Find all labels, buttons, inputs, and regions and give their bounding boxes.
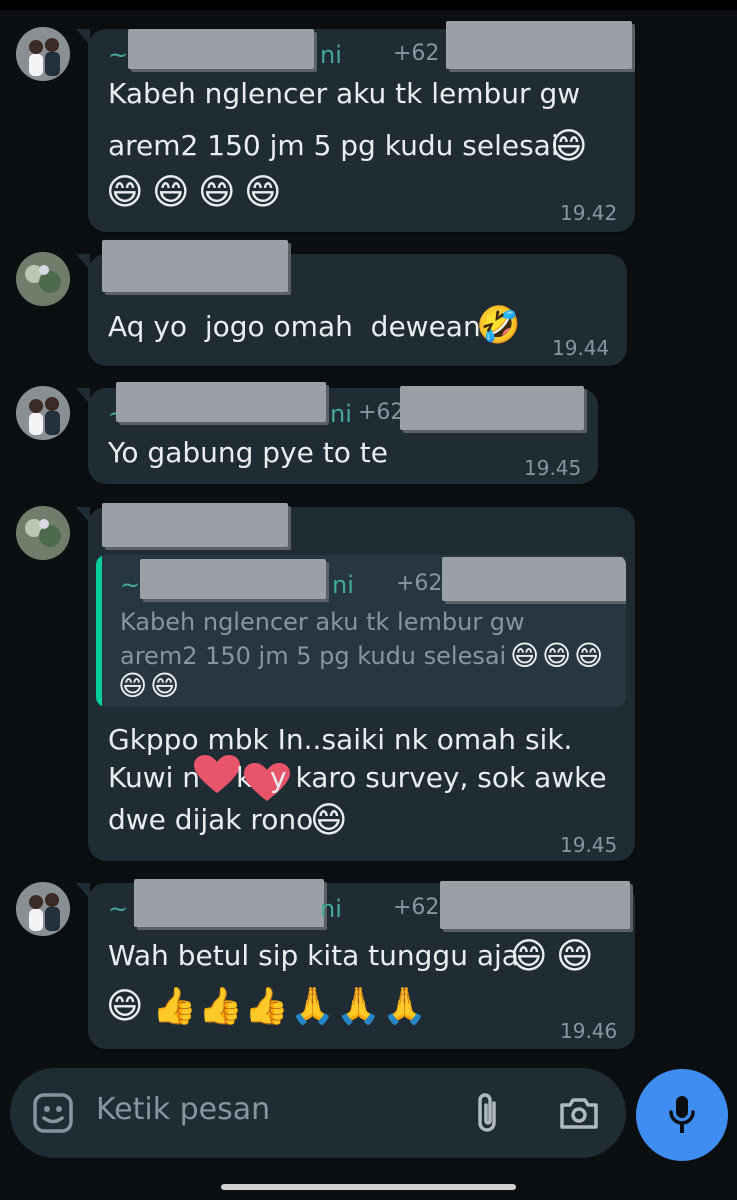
grin-emoji: 😄 — [550, 126, 588, 167]
folded-hands-emoji: 🙏 — [382, 986, 427, 1027]
rofl-emoji: 🤣 — [476, 305, 521, 346]
sender-name-suffix: ni — [320, 895, 342, 923]
mic-icon — [669, 1096, 695, 1133]
message-text-line: arem2 150 jm 5 pg kudu selesai — [108, 129, 559, 162]
message-composer[interactable]: Ketik pesan — [10, 1068, 626, 1158]
bubble-tail — [76, 883, 90, 899]
grin-emoji: 😄 — [542, 639, 572, 672]
avatar[interactable] — [16, 252, 70, 306]
message-text-line: Kabeh nglencer aku tk lembur gw — [108, 77, 581, 110]
quote-text-line: arem2 150 jm 5 pg kudu selesai — [120, 642, 507, 670]
message-text-line: Aq yo jogo omah dewean — [108, 310, 481, 343]
camera-icon[interactable] — [558, 1095, 600, 1131]
sticker-icon[interactable] — [32, 1092, 74, 1134]
message-bubble-2[interactable]: Aq yo jogo omah dewean 🤣 19.44 — [76, 240, 627, 366]
message-time: 19.45 — [560, 833, 618, 857]
bubble-tail — [76, 29, 90, 45]
redacted-phone — [440, 881, 630, 929]
message-time: 19.42 — [560, 201, 618, 225]
message-bubble-5[interactable]: ~ I ni +62 Wah betul sip kita tunggu aja… — [76, 879, 635, 1049]
grin-emoji: 😄 — [510, 936, 548, 977]
message-bubble-1[interactable]: ~ ni +62 8 Kabeh nglencer aku tk lembur … — [76, 21, 635, 232]
message-text-line: Kuwi n — [108, 761, 201, 794]
attach-icon[interactable] — [472, 1091, 502, 1135]
sender-name[interactable]: ~ — [108, 41, 128, 69]
avatar[interactable] — [16, 386, 70, 440]
quote-accent-bar — [96, 555, 102, 707]
sender-phone: +62 — [393, 895, 440, 920]
avatar[interactable] — [16, 506, 70, 560]
message-text-line: y karo survey, sok awke — [270, 761, 607, 794]
bubble-tail — [76, 507, 90, 523]
thumbs-up-emoji: 👍 — [244, 986, 289, 1027]
status-bar-strip — [0, 0, 737, 10]
avatar-photo-icon — [16, 882, 70, 936]
quoted-message[interactable]: ~ ni +62 Kabeh nglencer aku tk lembur gw… — [96, 555, 626, 707]
avatar[interactable] — [16, 27, 70, 81]
grin-emoji: 😄 — [106, 986, 144, 1027]
redacted-name — [128, 29, 314, 69]
grin-emoji: 😄 — [118, 669, 148, 702]
grin-emoji: 😄 — [244, 172, 282, 213]
grin-emoji: 😄 — [510, 639, 540, 672]
home-indicator[interactable] — [221, 1184, 516, 1190]
redacted-name — [134, 879, 324, 927]
message-time: 19.46 — [560, 1019, 618, 1043]
grin-emoji: 😄 — [198, 172, 236, 213]
quote-sender-suffix: ni — [332, 571, 354, 599]
grin-emoji: 😄 — [574, 639, 604, 672]
avatar[interactable] — [16, 882, 70, 936]
redacted-phone — [442, 557, 626, 601]
message-text-line: Yo gabung pye to te — [108, 436, 388, 469]
message-text-line: dwe dijak rono — [108, 803, 314, 836]
bubble-tail — [76, 254, 90, 270]
grin-emoji: 😄 — [556, 936, 594, 977]
avatar-photo-icon — [16, 386, 70, 440]
heart-sticker-icon — [194, 755, 240, 793]
folded-hands-emoji: 🙏 — [336, 986, 381, 1027]
message-time: 19.45 — [524, 456, 582, 480]
thumbs-up-emoji: 👍 — [198, 986, 243, 1027]
thumbs-up-emoji: 👍 — [152, 986, 197, 1027]
folded-hands-emoji: 🙏 — [290, 986, 335, 1027]
sender-phone: +62 — [358, 400, 405, 425]
message-input[interactable]: Ketik pesan — [96, 1092, 270, 1127]
redacted-name — [116, 382, 326, 422]
redacted-name — [102, 240, 288, 292]
grin-emoji: 😄 — [152, 172, 190, 213]
redacted-phone — [446, 21, 632, 69]
mic-button[interactable] — [636, 1069, 728, 1161]
quote-sender-phone: +62 — [396, 571, 443, 596]
sender-name-suffix: ni — [320, 41, 342, 69]
message-bubble-4[interactable]: ~ ni +62 Kabeh nglencer aku tk lembur gw… — [76, 503, 635, 861]
grin-emoji: 😄 — [310, 800, 348, 841]
message-text-line: Wah betul sip kita tunggu aja — [108, 939, 519, 972]
message-time: 19.44 — [552, 336, 610, 360]
redacted-name — [102, 503, 288, 547]
redacted-name — [140, 559, 326, 599]
sender-name-suffix: ni — [330, 400, 352, 428]
avatar-flower-icon — [16, 506, 70, 560]
quote-sender-name: ~ — [120, 571, 141, 599]
grin-emoji: 😄 — [106, 172, 144, 213]
message-text-line: Gkppo mbk In..saiki nk omah sik. — [108, 723, 573, 756]
quote-text-line: Kabeh nglencer aku tk lembur gw — [120, 608, 525, 636]
avatar-photo-icon — [16, 27, 70, 81]
bubble-tail — [76, 388, 90, 404]
grin-emoji: 😄 — [150, 669, 180, 702]
avatar-flower-icon — [16, 252, 70, 306]
message-bubble-3[interactable]: ~ ni +62 Yo gabung pye to te 19.45 — [76, 382, 598, 484]
redacted-phone — [400, 386, 584, 430]
